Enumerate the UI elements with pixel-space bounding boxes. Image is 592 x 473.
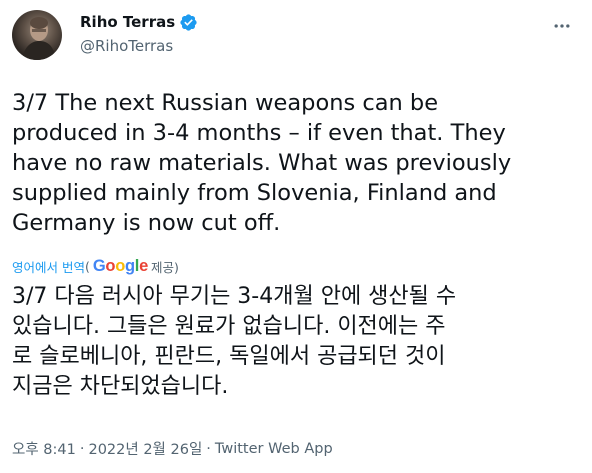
tweet-date[interactable]: 2022년 2월 26일: [88, 438, 202, 459]
author-display-name[interactable]: Riho Terras: [80, 13, 175, 31]
google-logo: Google: [92, 256, 148, 275]
translated-tweet-text: 3/7 다음 러시아 무기는 3-4개월 안에 생산될 수 있습니다. 그들은 …: [12, 284, 457, 399]
translation-attribution: 영어에서 번역 ( Google 제공): [12, 256, 179, 276]
meta-separator: ·: [79, 440, 85, 457]
avatar[interactable]: [12, 10, 62, 60]
verified-badge-icon: [179, 13, 198, 32]
tweet-header: Riho Terras @RihoTerras: [12, 8, 580, 64]
translation-paren-open: (: [84, 258, 90, 274]
tweet-card: Riho Terras @RihoTerras 3/7 The next Rus…: [0, 0, 592, 473]
author-handle[interactable]: @RihoTerras: [80, 37, 198, 55]
tweet-text: 3/7 The next Russian weapons can be prod…: [12, 90, 512, 236]
tweet-metadata: 오후 8:41 · 2022년 2월 26일 · Twitter Web App: [12, 438, 333, 459]
author-block: Riho Terras @RihoTerras: [80, 11, 198, 55]
translation-provider-suffix: 제공): [150, 259, 179, 275]
author-name-row: Riho Terras: [80, 11, 198, 33]
translated-from-link[interactable]: 영어에서 번역: [12, 257, 85, 276]
tweet-source[interactable]: Twitter Web App: [215, 441, 333, 457]
avatar-photo-icon: [22, 17, 56, 60]
tweet-time[interactable]: 오후 8:41: [12, 438, 76, 459]
more-icon[interactable]: [550, 14, 574, 38]
meta-separator-2: ·: [206, 440, 211, 457]
